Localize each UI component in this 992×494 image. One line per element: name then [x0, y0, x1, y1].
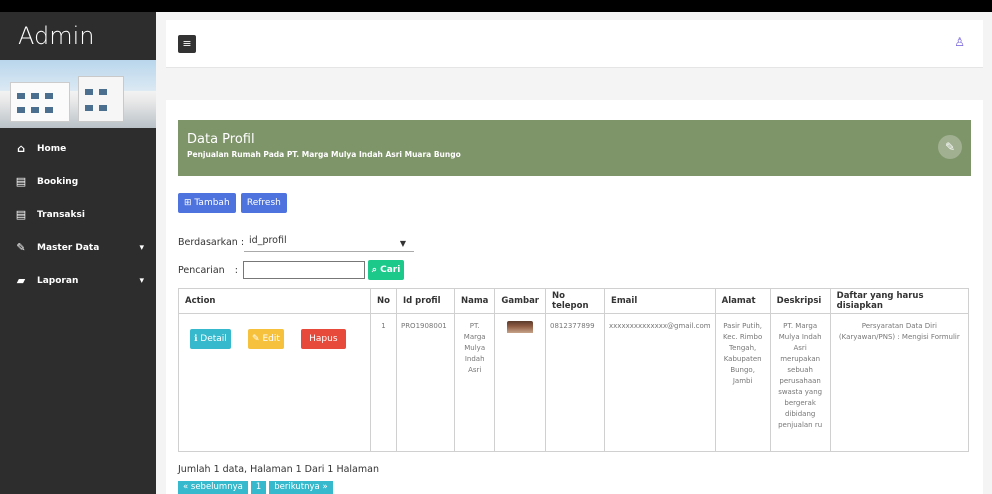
search-label: Pencarian [178, 264, 225, 276]
main-content: Data Profil Penjualan Rumah Pada PT. Mar… [166, 100, 983, 494]
search-row: Pencarian : ⌕ Cari [178, 260, 405, 280]
table-row: ℹ Detail ✎ Edit Hapus 1 PRO1908001 PT. M… [178, 313, 970, 452]
col-header: No [370, 288, 397, 314]
briefcase-icon: ▰ [16, 274, 26, 287]
col-header: Email [604, 288, 716, 314]
menu-toggle-button[interactable]: ≡ [178, 35, 196, 53]
cell-deskripsi: PT. Marga Mulya Indah Asri merupakan seb… [769, 313, 831, 452]
sidebar-item-label: Booking [37, 176, 79, 187]
database-icon: ▤ [15, 208, 27, 221]
top-header: ≡ ♙ [166, 20, 983, 68]
edit-icon[interactable]: ✎ [938, 135, 962, 159]
home-icon: ⌂ [17, 142, 25, 155]
page-subtitle: Penjualan Rumah Pada PT. Marga Mulya Ind… [187, 150, 461, 159]
detail-button[interactable]: ℹ Detail [190, 329, 231, 349]
database-icon: ▤ [15, 175, 27, 188]
next-page-button[interactable]: berikutnya » [269, 481, 333, 494]
sidebar-item-label: Laporan [37, 275, 79, 286]
search-icon: ⌕ [371, 265, 377, 275]
sidebar-item-transaksi[interactable]: ▤ Transaksi [0, 198, 156, 231]
sidebar-item-label: Home [37, 143, 67, 154]
brand-title: Admin [18, 22, 95, 50]
user-icon[interactable]: ♙ [954, 35, 965, 49]
cell-email: xxxxxxxxxxxxxx@gmail.com [604, 313, 716, 452]
filter-label: Berdasarkan : [178, 236, 245, 248]
house-thumbnail [507, 321, 534, 333]
data-table: Action No Id profil Nama Gambar No telep… [178, 288, 970, 452]
toolbar: ⊞ Tambah Refresh [178, 193, 289, 213]
search-separator: : [234, 264, 238, 276]
col-header: Daftar yang harus disiapkan [829, 288, 970, 314]
pagination-summary: Jumlah 1 data, Halaman 1 Dari 1 Halaman [178, 464, 379, 475]
cell-alamat: Pasir Putih, Kec. Rimbo Tengah, Kabupate… [714, 313, 771, 452]
action-cell: ℹ Detail ✎ Edit Hapus [178, 313, 371, 452]
plus-icon: ⊞ [184, 198, 192, 208]
sidebar: Admin ⌂ Home ▤ Booking ▤ Transaksi ✎ Mas… [0, 12, 156, 494]
col-header: Action [178, 288, 371, 314]
page-title: Data Profil [187, 132, 255, 147]
col-header: Nama [453, 288, 496, 314]
delete-button[interactable]: Hapus [301, 329, 346, 349]
edit-icon: ✎ [16, 241, 26, 254]
col-header: Alamat [714, 288, 771, 314]
cell-gambar [494, 313, 547, 452]
sidebar-banner-image [0, 60, 156, 128]
cell-daftar: Persyaratan Data Diri (Karyawan/PNS) : M… [829, 313, 970, 452]
sidebar-item-booking[interactable]: ▤ Booking [0, 165, 156, 198]
prev-page-button[interactable]: « sebelumnya [178, 481, 248, 494]
edit-icon: ✎ [252, 334, 260, 344]
col-header: No telepon [545, 288, 606, 314]
cell-nama: PT. Marga Mulya Indah Asri [453, 313, 496, 452]
sidebar-item-label: Transaksi [37, 209, 85, 220]
search-input[interactable] [242, 261, 365, 279]
top-bar [0, 0, 992, 12]
filter-select[interactable]: id_profil ▼ [244, 232, 415, 252]
cell-id-profil: PRO1908001 [395, 313, 455, 452]
caret-down-icon: ▼ [399, 239, 407, 248]
page-1-button[interactable]: 1 [250, 481, 267, 494]
col-header: Gambar [494, 288, 547, 314]
col-header: Id profil [395, 288, 455, 314]
add-button[interactable]: ⊞ Tambah [178, 193, 236, 213]
cell-telepon: 0812377899 [545, 313, 606, 452]
search-button[interactable]: ⌕ Cari [367, 260, 405, 280]
table-header-row: Action No Id profil Nama Gambar No telep… [178, 288, 970, 314]
sidebar-item-laporan[interactable]: ▰ Laporan ▾ [0, 264, 156, 297]
pagination: « sebelumnya 1 berikutnya » [178, 481, 336, 494]
filter-row: Berdasarkan : id_profil ▼ [178, 232, 415, 252]
edit-button[interactable]: ✎ Edit [248, 329, 284, 349]
cell-no: 1 [370, 313, 397, 452]
col-header: Deskripsi [769, 288, 831, 314]
sidebar-item-master-data[interactable]: ✎ Master Data ▾ [0, 231, 156, 264]
chevron-down-icon: ▾ [139, 275, 144, 286]
sidebar-item-label: Master Data [37, 242, 100, 253]
panel-header: Data Profil Penjualan Rumah Pada PT. Mar… [178, 120, 971, 176]
chevron-down-icon: ▾ [139, 242, 144, 253]
info-icon: ℹ [194, 334, 198, 344]
refresh-button[interactable]: Refresh [240, 193, 287, 213]
sidebar-item-home[interactable]: ⌂ Home [0, 132, 156, 165]
